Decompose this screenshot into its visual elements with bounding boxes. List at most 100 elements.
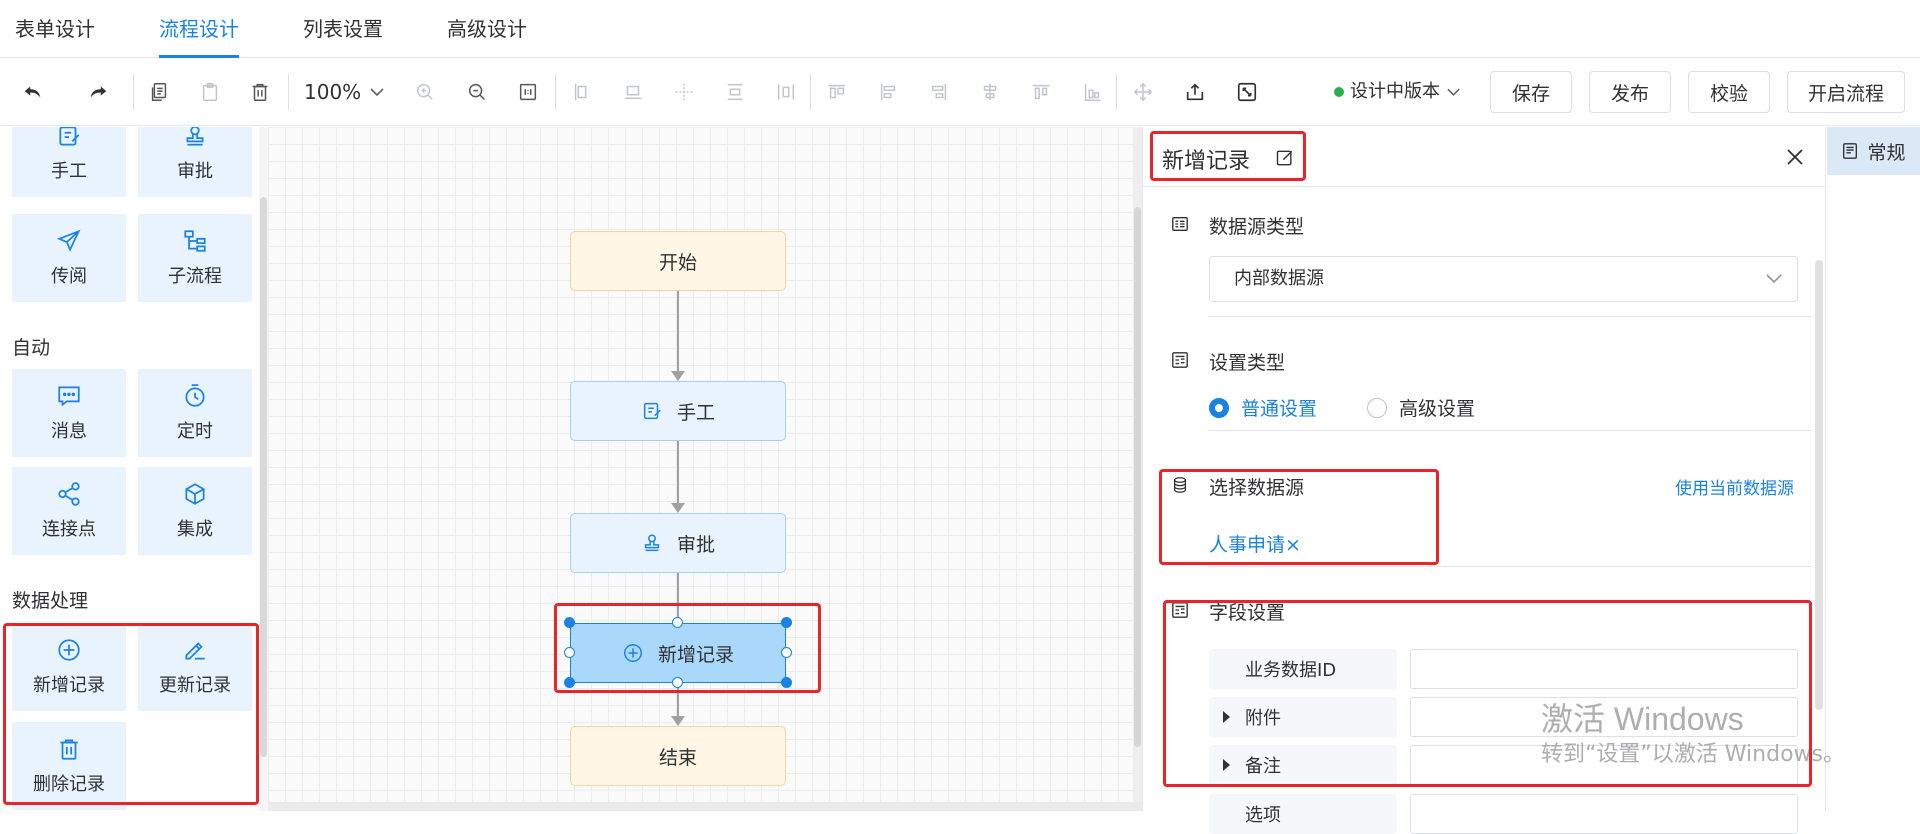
zoom-in-icon[interactable] xyxy=(410,77,440,107)
flow-canvas[interactable] xyxy=(268,127,1142,811)
connect-handle[interactable] xyxy=(672,677,683,688)
connect-handle[interactable] xyxy=(672,617,683,628)
field-label-text: 备注 xyxy=(1245,756,1281,777)
tab-flow-design[interactable]: 流程设计 xyxy=(159,0,239,58)
undo-icon[interactable] xyxy=(18,77,48,107)
radio-normal-setting[interactable]: 普通设置 xyxy=(1209,394,1317,421)
approval-stamp-icon xyxy=(186,127,204,146)
chevron-down-icon xyxy=(1766,274,1782,284)
section-title-field-settings: 字段设置 xyxy=(1209,602,1286,624)
center-distribute-icon[interactable] xyxy=(669,77,699,107)
message-icon xyxy=(58,386,80,407)
canvas-vertical-scrollbar[interactable] xyxy=(1133,127,1142,802)
flow-edge[interactable] xyxy=(677,573,679,621)
datasource-tag[interactable]: 人事申请× xyxy=(1209,530,1301,557)
subprocess-icon xyxy=(184,230,206,252)
palette-tile-add-record[interactable]: 新增记录 xyxy=(12,623,126,711)
tab-list-settings[interactable]: 列表设置 xyxy=(303,0,383,58)
palette-group-auto: 自动 xyxy=(12,337,51,359)
connect-handle[interactable] xyxy=(564,647,575,658)
palette-tile-message[interactable]: 消息 xyxy=(12,369,126,457)
radio-circle[interactable] xyxy=(1367,397,1387,418)
field-input-option[interactable] xyxy=(1410,794,1798,834)
palette-scrollbar[interactable] xyxy=(259,127,268,811)
field-label-remark[interactable]: 备注 xyxy=(1209,745,1397,785)
palette-tile-connector[interactable]: 连接点 xyxy=(12,467,126,555)
palette-tile-manual[interactable]: 手工 xyxy=(12,127,126,197)
flow-node-end[interactable]: 结束 xyxy=(570,726,786,786)
scrollbar-thumb[interactable] xyxy=(260,197,267,757)
resize-handle[interactable] xyxy=(781,617,792,628)
radio-advanced-setting[interactable]: 高级设置 xyxy=(1367,394,1475,421)
publish-button[interactable]: 发布 xyxy=(1589,71,1671,113)
flow-edge[interactable] xyxy=(677,291,679,371)
properties-scrollbar[interactable] xyxy=(1815,260,1823,710)
flow-node-start[interactable]: 开始 xyxy=(570,231,786,291)
tab-advanced-design[interactable]: 高级设计 xyxy=(447,0,527,58)
share-nodes-icon xyxy=(58,482,80,506)
palette-tile-delete-record[interactable]: 删除记录 xyxy=(12,722,126,810)
edit-title-icon[interactable] xyxy=(1275,148,1295,168)
toolbar-divider xyxy=(555,74,556,110)
flow-node-manual[interactable]: 手工 xyxy=(570,381,786,441)
expand-caret-icon[interactable] xyxy=(1223,711,1230,723)
flow-node-add-record[interactable]: 新增记录 xyxy=(570,623,786,683)
field-label-business-id: 业务数据ID xyxy=(1209,649,1397,689)
align-bottom-edge-icon[interactable] xyxy=(618,77,648,107)
zoom-value: 100% xyxy=(304,80,362,104)
radio-circle[interactable] xyxy=(1209,397,1229,418)
connect-handle[interactable] xyxy=(781,647,792,658)
align-left-edge-icon[interactable] xyxy=(567,77,597,107)
align-bottom-icon[interactable] xyxy=(1077,77,1107,107)
zoom-out-icon[interactable] xyxy=(462,77,492,107)
palette-tile-approval[interactable]: 审批 xyxy=(138,127,252,197)
distribute-vertical-icon[interactable] xyxy=(720,77,750,107)
tab-general[interactable]: 常规 xyxy=(1827,127,1920,175)
version-status-dot xyxy=(1334,87,1344,97)
manual-task-icon xyxy=(59,127,80,146)
delete-icon[interactable] xyxy=(245,77,275,107)
datasource-type-select[interactable]: 内部数据源 xyxy=(1209,256,1798,302)
radio-label: 普通设置 xyxy=(1241,398,1318,420)
palette-tile-timer[interactable]: 定时 xyxy=(138,369,252,457)
resize-handle[interactable] xyxy=(564,617,575,628)
resize-handle[interactable] xyxy=(564,677,575,688)
align-right-icon[interactable] xyxy=(924,77,954,107)
distribute-horizontal-icon[interactable] xyxy=(771,77,801,107)
expand-caret-icon[interactable] xyxy=(1223,759,1230,771)
zoom-select[interactable]: 100% xyxy=(304,77,385,107)
scrollbar-thumb[interactable] xyxy=(1134,207,1141,747)
paste-icon[interactable] xyxy=(195,77,225,107)
canvas-horizontal-scrollbar[interactable] xyxy=(268,802,1142,811)
palette-tile-integration[interactable]: 集成 xyxy=(138,467,252,555)
resize-handle[interactable] xyxy=(781,677,792,688)
start-flow-button[interactable]: 开启流程 xyxy=(1787,71,1905,113)
field-input-business-id[interactable] xyxy=(1410,649,1798,689)
chevron-down-icon xyxy=(370,88,384,97)
fullscreen-icon[interactable] xyxy=(1232,77,1262,107)
align-top-icon[interactable] xyxy=(822,77,852,107)
align-left-icon[interactable] xyxy=(873,77,903,107)
field-label-attachment[interactable]: 附件 xyxy=(1209,697,1397,737)
export-icon[interactable] xyxy=(1180,77,1210,107)
palette-tile-subprocess[interactable]: 子流程 xyxy=(138,214,252,302)
use-current-datasource-link[interactable]: 使用当前数据源 xyxy=(1675,474,1794,499)
close-icon[interactable] xyxy=(1785,147,1805,167)
align-top-edge-icon[interactable] xyxy=(1026,77,1056,107)
version-select[interactable]: 设计中版本 xyxy=(1334,77,1461,107)
tab-form-design[interactable]: 表单设计 xyxy=(15,0,95,58)
flow-edge[interactable] xyxy=(677,684,679,716)
flow-node-approval[interactable]: 审批 xyxy=(570,513,786,573)
palette-tile-update-record[interactable]: 更新记录 xyxy=(138,623,252,711)
verify-button[interactable]: 校验 xyxy=(1688,71,1770,113)
redo-icon[interactable] xyxy=(83,77,113,107)
palette-tile-label: 新增记录 xyxy=(33,675,105,696)
palette-tile-circulate[interactable]: 传阅 xyxy=(12,214,126,302)
flow-edge[interactable] xyxy=(677,441,679,503)
save-button[interactable]: 保存 xyxy=(1490,71,1572,113)
align-center-icon[interactable] xyxy=(975,77,1005,107)
copy-icon[interactable] xyxy=(144,77,174,107)
section-divider xyxy=(1209,316,1812,317)
fit-canvas-icon[interactable] xyxy=(513,77,543,107)
move-icon[interactable] xyxy=(1128,77,1158,107)
